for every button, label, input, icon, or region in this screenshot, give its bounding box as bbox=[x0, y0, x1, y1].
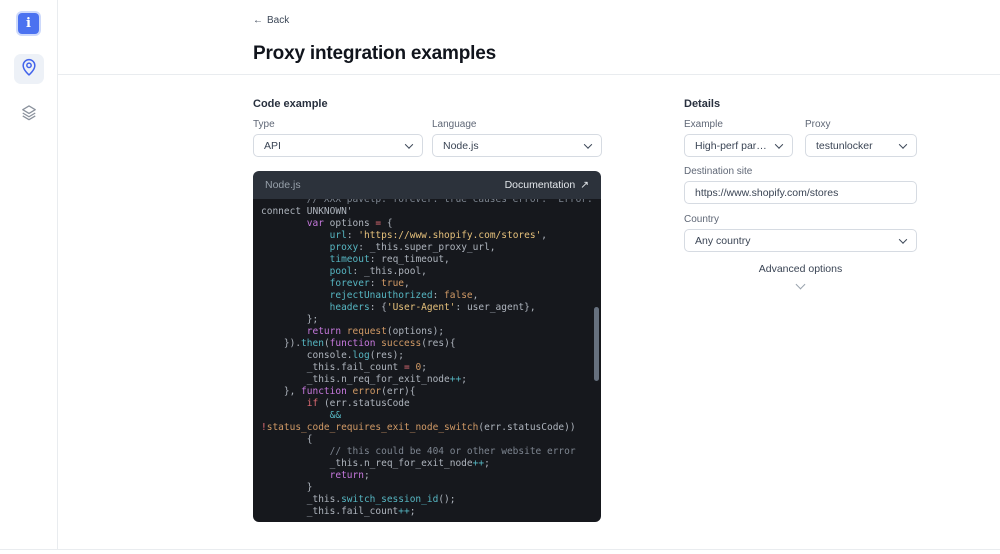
sidebar-item-proxies[interactable] bbox=[13, 54, 44, 84]
code-line: proxy: _this.super_proxy_url, bbox=[329, 242, 496, 253]
code-scrollbar-thumb[interactable] bbox=[594, 307, 599, 381]
back-arrow-icon: ← bbox=[253, 15, 263, 26]
logo-glyph: i bbox=[26, 16, 31, 31]
destination-site-label: Destination site bbox=[684, 166, 753, 177]
code-line: }; bbox=[261, 314, 319, 325]
example-value: High-perf paralle... bbox=[695, 139, 776, 152]
code-line: forever: true, bbox=[329, 278, 410, 289]
code-line: } bbox=[261, 482, 313, 493]
code-editor-header: Node.js Documentation ↗ bbox=[253, 171, 601, 199]
details-title: Details bbox=[684, 98, 721, 110]
code-line: pool: _this.pool, bbox=[329, 266, 427, 277]
country-value: Any country bbox=[695, 234, 751, 247]
advanced-options-toggle[interactable]: Advanced options bbox=[684, 263, 917, 293]
sidebar-item-layers[interactable] bbox=[14, 100, 44, 130]
code-line: { bbox=[261, 434, 313, 445]
chevron-down-icon bbox=[898, 139, 908, 149]
proxy-value: testunlocker bbox=[816, 139, 873, 152]
documentation-label: Documentation bbox=[504, 179, 576, 191]
code-line: && bbox=[329, 410, 342, 421]
code-line: rejectUnauthorized: false, bbox=[329, 290, 479, 301]
code-line: // this could be 404 or other website er… bbox=[261, 446, 576, 457]
code-line: if (err.statusCode bbox=[306, 398, 410, 409]
advanced-options-label: Advanced options bbox=[758, 263, 843, 275]
example-label: Example bbox=[684, 119, 723, 130]
code-editor-language-title: Node.js bbox=[265, 179, 301, 191]
code-line: // XXX pavelp: forever: true causes erro… bbox=[261, 199, 593, 205]
destination-site-value: https://www.shopify.com/stores bbox=[695, 186, 839, 199]
layers-icon bbox=[19, 103, 39, 128]
code-line: }).then(function success(res){ bbox=[261, 338, 456, 349]
code-line: !status_code_requires_exit_node_switch(e… bbox=[261, 422, 576, 433]
code-line: console.log(res); bbox=[261, 350, 405, 361]
page-title: Proxy integration examples bbox=[253, 43, 496, 64]
code-line: headers: {'User-Agent': user_agent}, bbox=[329, 302, 536, 313]
location-pin-icon bbox=[19, 57, 39, 82]
language-select[interactable]: Node.js bbox=[432, 134, 602, 157]
type-select[interactable]: API bbox=[253, 134, 423, 157]
app-logo[interactable]: i bbox=[18, 13, 39, 34]
code-line: connect UNKNOWN' bbox=[261, 206, 353, 217]
code-line: _this.n_req_for_exit_node++; bbox=[261, 458, 490, 469]
back-label: Back bbox=[267, 15, 290, 26]
code-line: }, function error(err){ bbox=[261, 386, 416, 397]
chevron-down-icon bbox=[795, 279, 806, 290]
code-line: _this.switch_session_id(); bbox=[261, 494, 456, 505]
code-scroll-area[interactable]: // XXX pavelp: forever: true causes erro… bbox=[253, 199, 601, 522]
page-header: ← Back Proxy integration examples bbox=[58, 0, 1000, 75]
code-example-title: Code example bbox=[253, 98, 328, 110]
back-button[interactable]: ← Back bbox=[253, 15, 289, 26]
code-line: var options = { bbox=[306, 218, 393, 229]
destination-site-input[interactable]: https://www.shopify.com/stores bbox=[684, 181, 917, 204]
type-value: API bbox=[264, 139, 281, 152]
details-section: Details Example High-perf paralle... Pro… bbox=[684, 98, 917, 293]
chevron-down-icon bbox=[774, 139, 784, 149]
proxy-label: Proxy bbox=[805, 119, 831, 130]
code-content: // XXX pavelp: forever: true causes erro… bbox=[253, 199, 601, 518]
code-line: timeout: req_timeout, bbox=[329, 254, 450, 265]
example-select[interactable]: High-perf paralle... bbox=[684, 134, 793, 157]
chevron-down-icon bbox=[404, 139, 414, 149]
code-line: _this.n_req_for_exit_node++; bbox=[261, 374, 467, 385]
code-line: return request(options); bbox=[306, 326, 445, 337]
sidebar: i bbox=[0, 0, 58, 550]
code-line: _this.fail_count = 0; bbox=[261, 362, 427, 373]
code-line: return; bbox=[329, 470, 370, 481]
type-label: Type bbox=[253, 119, 275, 130]
country-select[interactable]: Any country bbox=[684, 229, 917, 252]
language-value: Node.js bbox=[443, 139, 479, 152]
external-link-arrow-icon: ↗ bbox=[580, 179, 589, 191]
code-line: _this.fail_count++; bbox=[261, 506, 416, 517]
chevron-down-icon bbox=[898, 234, 908, 244]
country-label: Country bbox=[684, 214, 720, 225]
content-columns: Code example Type API Language Node.js N… bbox=[58, 75, 1000, 522]
documentation-link[interactable]: Documentation ↗ bbox=[505, 179, 589, 191]
code-line: url: 'https://www.shopify.com/stores', bbox=[329, 230, 548, 241]
proxy-select[interactable]: testunlocker bbox=[805, 134, 917, 157]
code-example-section: Code example Type API Language Node.js N… bbox=[253, 98, 602, 522]
language-label: Language bbox=[432, 119, 477, 130]
code-editor: Node.js Documentation ↗ // XXX pavelp: f… bbox=[253, 171, 601, 522]
chevron-down-icon bbox=[583, 139, 593, 149]
main-content: ← Back Proxy integration examples Code e… bbox=[58, 0, 1000, 550]
bottom-divider bbox=[0, 549, 1000, 550]
